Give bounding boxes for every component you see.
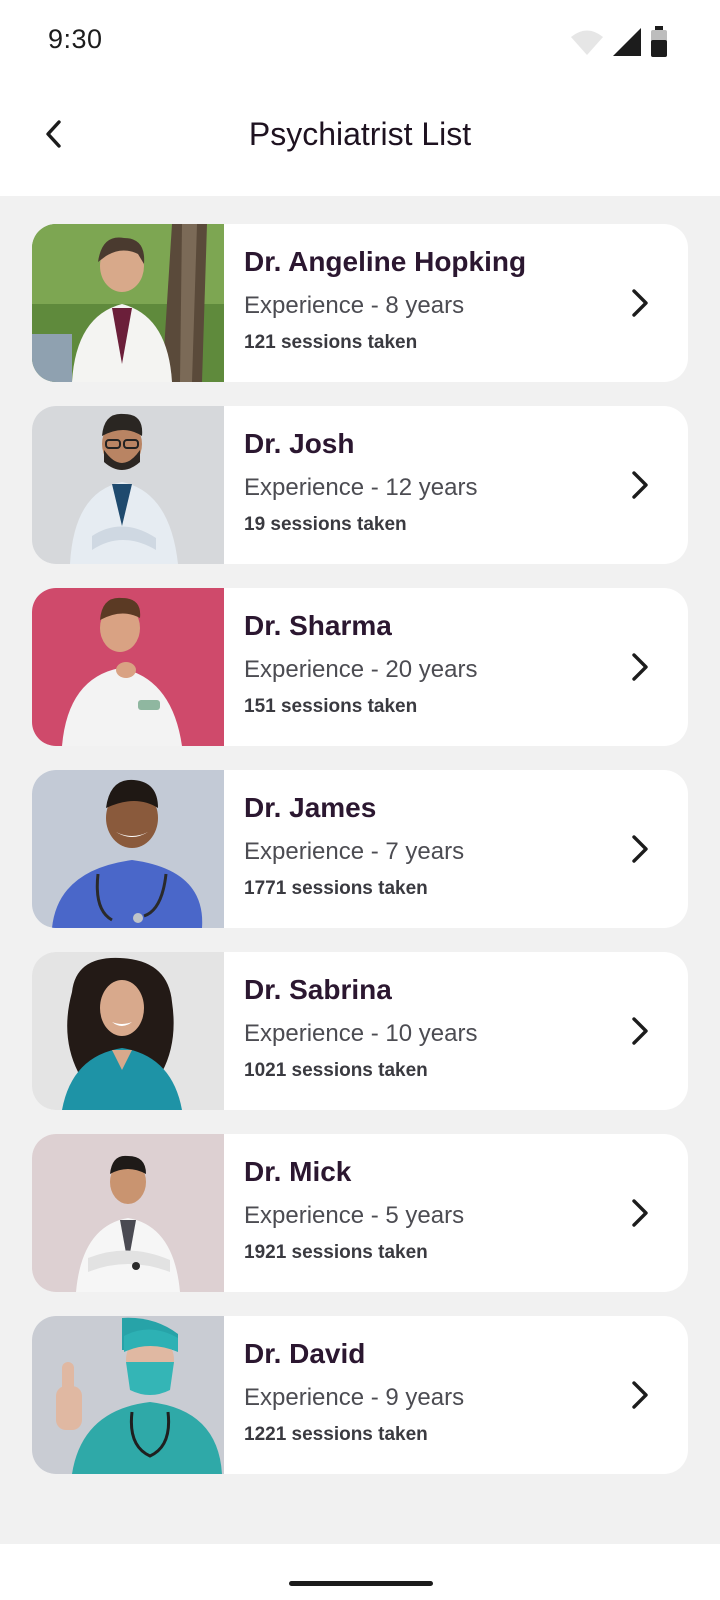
doctor-card[interactable]: Dr. Mick Experience - 5 years 1921 sessi… (32, 1134, 688, 1292)
doctor-name: Dr. Mick (244, 1156, 352, 1187)
doctor-info: Dr. Josh Experience - 12 years 19 sessio… (224, 406, 688, 564)
open-doctor-button[interactable] (620, 283, 660, 323)
doctor-card[interactable]: Dr. Sharma Experience - 20 years 151 ses… (32, 588, 688, 746)
doctor-experience: Experience - 7 years (244, 838, 465, 865)
doctor-info: Dr. Angeline Hopking Experience - 8 year… (224, 224, 688, 382)
doctor-card[interactable]: Dr. Josh Experience - 12 years 19 sessio… (32, 406, 688, 564)
status-time: 9:30 (48, 24, 103, 54)
doctor-sessions: 121 sessions taken (244, 332, 418, 353)
doctor-name: Dr. Josh (244, 428, 355, 459)
doctor-card[interactable]: Dr. Angeline Hopking Experience - 8 year… (32, 224, 688, 382)
doctor-name: Dr. David (244, 1338, 366, 1369)
chevron-right-icon (632, 471, 648, 499)
doctor-photo (32, 224, 224, 382)
status-bar: 9:30 (0, 0, 720, 80)
doctor-info: Dr. James Experience - 7 years 1771 sess… (224, 770, 688, 928)
doctor-info: Dr. David Experience - 9 years 1221 sess… (224, 1316, 688, 1474)
status-icons (570, 26, 668, 58)
bottom-navigation-bar (0, 1544, 720, 1600)
open-doctor-button[interactable] (620, 1375, 660, 1415)
doctor-info: Dr. Sharma Experience - 20 years 151 ses… (224, 588, 688, 746)
doctor-name: Dr. James (244, 792, 377, 823)
doctor-photo (32, 1316, 224, 1474)
chevron-right-icon (632, 1381, 648, 1409)
open-doctor-button[interactable] (620, 465, 660, 505)
doctor-sessions: 1221 sessions taken (244, 1424, 428, 1445)
doctor-info: Dr. Mick Experience - 5 years 1921 sessi… (224, 1134, 688, 1292)
battery-icon (651, 26, 667, 57)
chevron-right-icon (632, 1199, 648, 1227)
doctor-sessions: 1771 sessions taken (244, 878, 428, 899)
open-doctor-button[interactable] (620, 1193, 660, 1233)
doctor-sessions: 151 sessions taken (244, 696, 418, 717)
chevron-right-icon (632, 1017, 648, 1045)
open-doctor-button[interactable] (620, 647, 660, 687)
doctor-sessions: 1021 sessions taken (244, 1060, 428, 1081)
app-bar: Psychiatrist List (0, 80, 720, 196)
doctor-experience: Experience - 20 years (244, 656, 478, 683)
psychiatrist-list: Dr. Angeline Hopking Experience - 8 year… (0, 196, 720, 1544)
doctor-card[interactable]: Dr. David Experience - 9 years 1221 sess… (32, 1316, 688, 1474)
doctor-sessions: 1921 sessions taken (244, 1242, 428, 1263)
chevron-right-icon (632, 289, 648, 317)
doctor-experience: Experience - 10 years (244, 1020, 478, 1047)
open-doctor-button[interactable] (620, 1011, 660, 1051)
home-indicator[interactable] (289, 1581, 433, 1586)
cell-signal-icon (613, 28, 641, 56)
doctor-card[interactable]: Dr. James Experience - 7 years 1771 sess… (32, 770, 688, 928)
doctor-experience: Experience - 9 years (244, 1384, 465, 1411)
doctor-name: Dr. Sabrina (244, 974, 392, 1005)
open-doctor-button[interactable] (620, 829, 660, 869)
page-title: Psychiatrist List (248, 116, 472, 152)
wifi-icon (571, 30, 603, 55)
chevron-right-icon (632, 653, 648, 681)
doctor-experience: Experience - 8 years (244, 292, 465, 319)
doctor-experience: Experience - 5 years (244, 1202, 465, 1229)
chevron-right-icon (632, 835, 648, 863)
doctor-photo (32, 588, 224, 746)
doctor-photo (32, 952, 224, 1110)
doctor-name: Dr. Sharma (244, 610, 392, 641)
doctor-card[interactable]: Dr. Sabrina Experience - 10 years 1021 s… (32, 952, 688, 1110)
doctor-photo (32, 406, 224, 564)
doctor-sessions: 19 sessions taken (244, 514, 407, 535)
doctor-info: Dr. Sabrina Experience - 10 years 1021 s… (224, 952, 688, 1110)
doctor-photo (32, 770, 224, 928)
doctor-name: Dr. Angeline Hopking (244, 246, 527, 277)
doctor-photo (32, 1134, 224, 1292)
doctor-experience: Experience - 12 years (244, 474, 478, 501)
